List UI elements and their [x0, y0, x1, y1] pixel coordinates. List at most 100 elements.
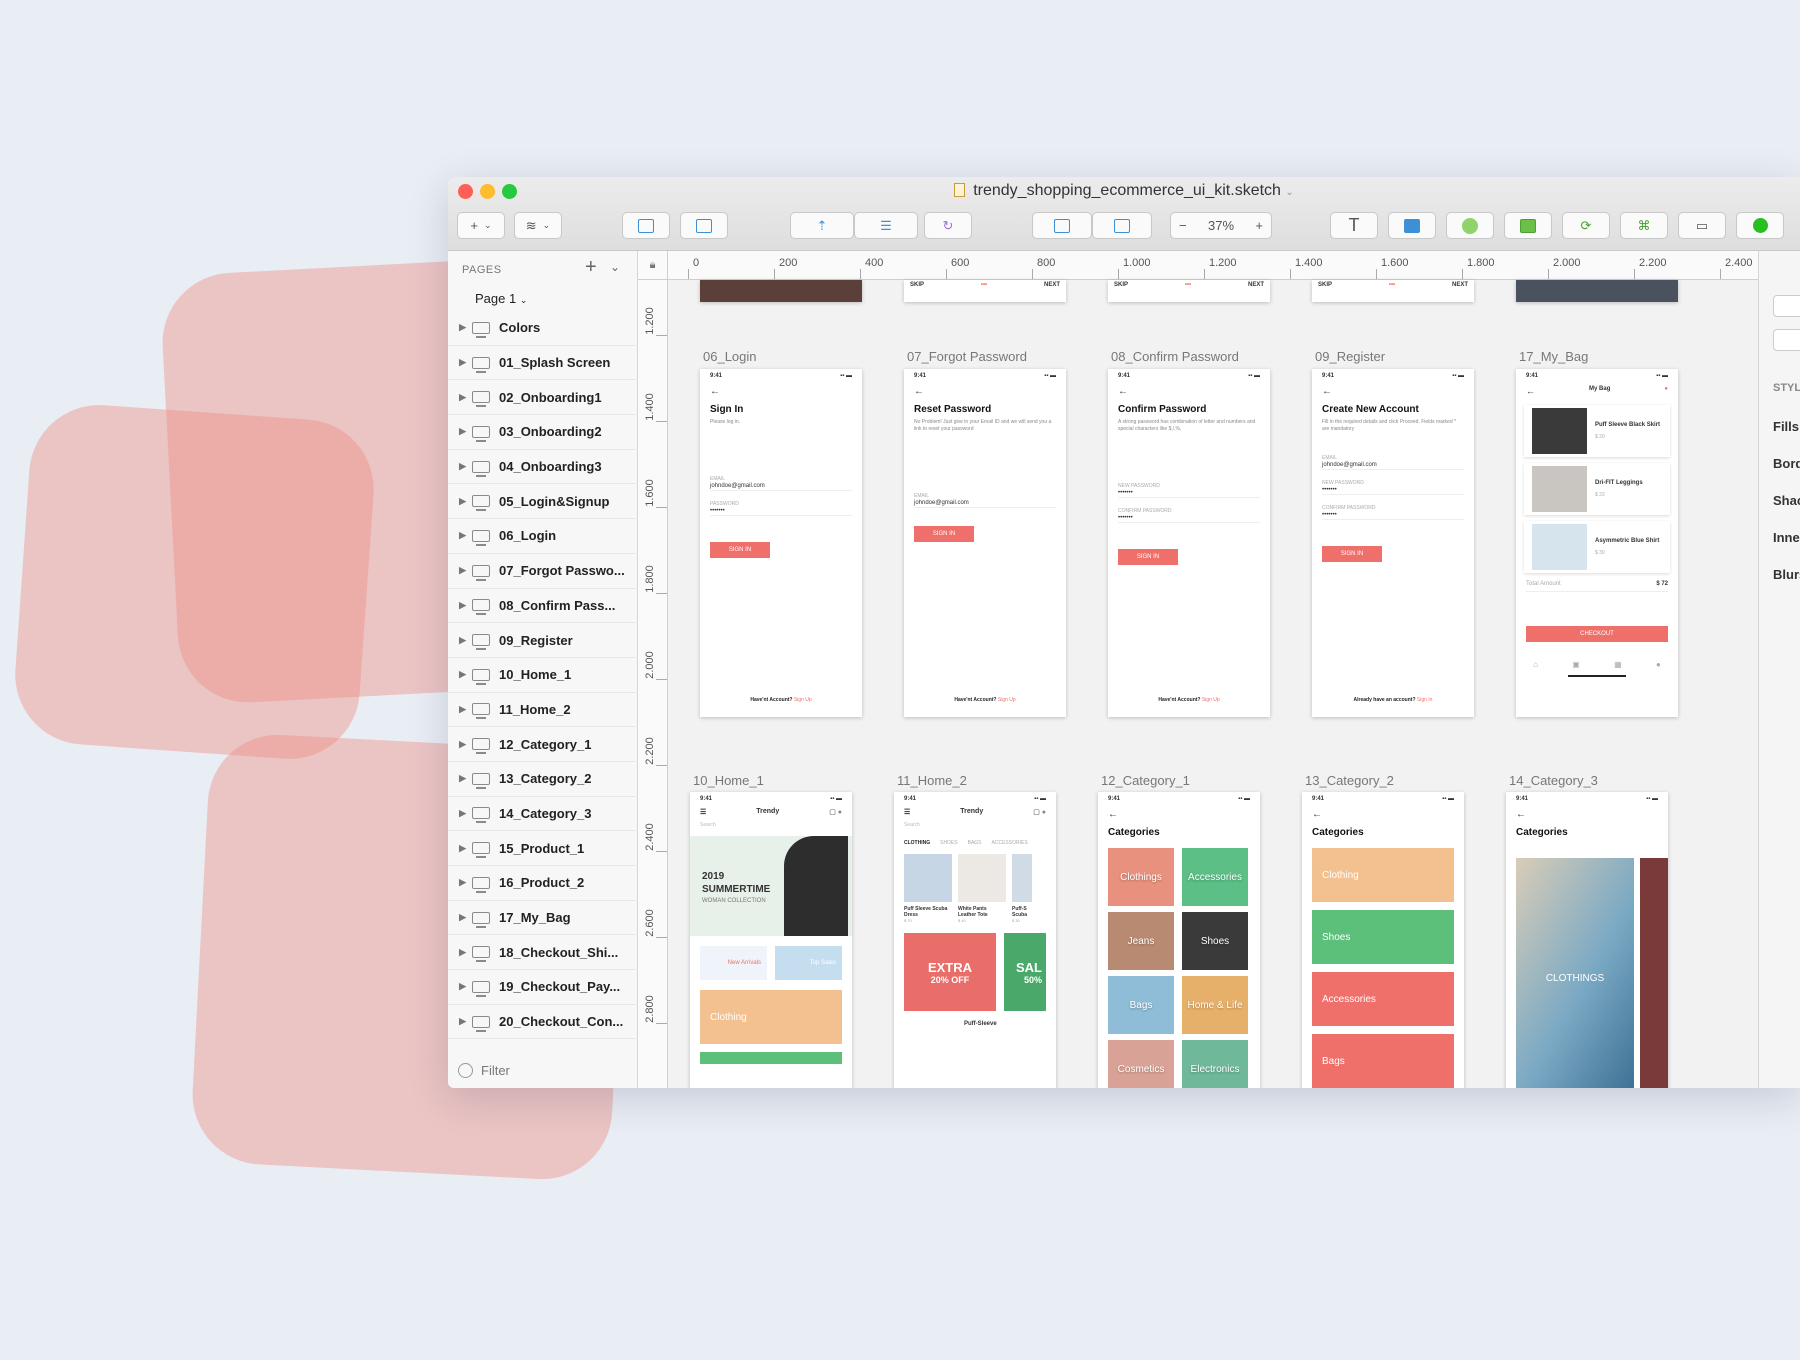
inspector-field-1[interactable]	[1773, 295, 1800, 317]
layers-stack-button[interactable]: ≋ ⌄	[514, 212, 562, 239]
disclosure-triangle-icon[interactable]: ▶	[448, 461, 472, 472]
backward-button[interactable]: ☰	[854, 212, 918, 239]
artboard-label-cat3[interactable]: 14_Category_3	[1509, 773, 1598, 788]
artboard-partial-5[interactable]	[1516, 280, 1678, 302]
cloud-button[interactable]	[1736, 212, 1784, 239]
disclosure-triangle-icon[interactable]: ▶	[448, 357, 472, 368]
artboard-label-forgot[interactable]: 07_Forgot Password	[907, 349, 1027, 364]
zoom-control[interactable]: − 37% +	[1170, 212, 1272, 239]
artboard-label-home2[interactable]: 11_Home_2	[897, 773, 967, 788]
zoom-in-icon[interactable]: +	[1255, 218, 1263, 233]
layer-item[interactable]: ▶ 20_Checkout_Con...	[448, 1005, 638, 1040]
layer-item[interactable]: ▶ 06_Login	[448, 519, 638, 554]
flatten-button[interactable]: ⟳	[1562, 212, 1610, 239]
artboard-partial-1[interactable]	[700, 280, 862, 302]
artboard-partial-4[interactable]: SKIP ••• NEXT	[1312, 280, 1474, 302]
preview-button[interactable]: ▭	[1678, 212, 1726, 239]
layer-item[interactable]: ▶ 12_Category_1	[448, 727, 638, 762]
layer-item[interactable]: ▶ 14_Category_3	[448, 797, 638, 832]
disclosure-triangle-icon[interactable]: ▶	[448, 1016, 472, 1027]
inspector-field-2[interactable]	[1773, 329, 1800, 351]
disclosure-triangle-icon[interactable]: ▶	[448, 530, 472, 541]
zoom-out-icon[interactable]: −	[1179, 218, 1187, 233]
disclosure-triangle-icon[interactable]: ▶	[448, 877, 472, 888]
layer-item[interactable]: ▶ 08_Confirm Pass...	[448, 589, 638, 624]
inspector-section-label[interactable]: Shac	[1773, 493, 1800, 508]
artboard-label-home1[interactable]: 10_Home_1	[693, 773, 764, 788]
disclosure-triangle-icon[interactable]: ▶	[448, 912, 472, 923]
detach-symbol-button[interactable]	[680, 212, 728, 239]
layer-item[interactable]: ▶ 04_Onboarding3	[448, 450, 638, 485]
disclosure-triangle-icon[interactable]: ▶	[448, 635, 472, 646]
disclosure-triangle-icon[interactable]: ▶	[448, 739, 472, 750]
ungroup-button[interactable]	[1092, 212, 1152, 239]
horizontal-ruler[interactable]: 0 200 400 600 800 1.000 1.200 1.400 1.600 1.800 2.…	[668, 251, 1758, 280]
current-page-selector[interactable]: Page 1 ⌄	[475, 291, 527, 306]
canvas[interactable]: 🔒︎ 0 200 400 600 800 1.000 1.200 1.400 1.600 1.80…	[638, 251, 1758, 1088]
layer-item[interactable]: ▶ 17_My_Bag	[448, 901, 638, 936]
artboard-home-1[interactable]: 9:41 ▪▪ ▬ ☰ Trendy ▢ ● Search 2019 SUMMERTI…	[690, 792, 852, 1088]
artboard-label-confirm[interactable]: 08_Confirm Password	[1111, 349, 1239, 364]
artboard-label-register[interactable]: 09_Register	[1315, 349, 1385, 364]
artboard-label-cat2[interactable]: 13_Category_2	[1305, 773, 1394, 788]
layer-item[interactable]: ▶ Colors	[448, 311, 638, 346]
artboard-my-bag[interactable]: 9:41 ▪▪ ▬ ← My Bag ● Puff Sleeve Black Skir…	[1516, 369, 1678, 717]
layer-item[interactable]: ▶ 02_Onboarding1	[448, 380, 638, 416]
layer-item[interactable]: ▶ 13_Category_2	[448, 762, 638, 797]
inspector-section-label[interactable]: Inner	[1773, 530, 1800, 545]
insert-button[interactable]: + ⌄	[457, 212, 505, 239]
artboard-label-login[interactable]: 06_Login	[703, 349, 757, 364]
group-button[interactable]	[1032, 212, 1092, 239]
disclosure-triangle-icon[interactable]: ▶	[448, 322, 472, 333]
layer-item[interactable]: ▶ 15_Product_1	[448, 831, 638, 866]
layer-item[interactable]: ▶ 05_Login&Signup	[448, 484, 638, 520]
disclosure-triangle-icon[interactable]: ▶	[448, 773, 472, 784]
add-page-button[interactable]: +	[585, 256, 597, 279]
inspector-section-label[interactable]: STYL	[1773, 382, 1800, 394]
create-symbol-button[interactable]	[622, 212, 670, 239]
disclosure-triangle-icon[interactable]: ▶	[448, 600, 472, 611]
disclosure-triangle-icon[interactable]: ▶	[448, 843, 472, 854]
artboard-category-2[interactable]: 9:41 ▪▪ ▬ ← Categories Clothing Shoes Acces…	[1302, 792, 1464, 1088]
artboard-confirm-password[interactable]: 9:41 ▪▪ ▬ ← Confirm Password A strong pas…	[1108, 369, 1270, 717]
layer-item[interactable]: ▶ 07_Forgot Passwo...	[448, 554, 638, 589]
artboard-label-bag[interactable]: 17_My_Bag	[1519, 349, 1588, 364]
disclosure-triangle-icon[interactable]: ▶	[448, 496, 472, 507]
layer-item[interactable]: ▶ 19_Checkout_Pay...	[448, 970, 638, 1005]
vertical-ruler[interactable]: 1.200 1.400 1.600 1.800 2.000 2.200 2.400 2.600…	[638, 280, 668, 1088]
layer-filter[interactable]: Filter	[458, 1063, 510, 1078]
text-tool-button[interactable]: T	[1330, 212, 1378, 239]
artboard-forgot-password[interactable]: 9:41 ▪▪ ▬ ← Reset Password No Problem! Ju…	[904, 369, 1066, 717]
layer-item[interactable]: ▶ 18_Checkout_Shi...	[448, 935, 638, 971]
artboard-category-1[interactable]: 9:41 ▪▪ ▬ ← Categories Clothings Accessori…	[1098, 792, 1260, 1088]
layer-item[interactable]: ▶ 16_Product_2	[448, 866, 638, 901]
mask-button[interactable]	[1446, 212, 1494, 239]
disclosure-triangle-icon[interactable]: ▶	[448, 565, 472, 576]
forward-button[interactable]: ⇡	[790, 212, 854, 239]
artboard-login[interactable]: 9:41 ▪▪ ▬ ← Sign In Please log in. EMAIL …	[700, 369, 862, 717]
rotate-button[interactable]: ↻	[924, 212, 972, 239]
layer-item[interactable]: ▶ 10_Home_1	[448, 658, 638, 693]
artboard-home-2[interactable]: 9:41 ▪▪ ▬ ☰ Trendy ▢ ● Search CLOTHING SHOES…	[894, 792, 1056, 1088]
link-button[interactable]: ⌘	[1620, 212, 1668, 239]
layer-item[interactable]: ▶ 11_Home_2	[448, 693, 638, 728]
disclosure-triangle-icon[interactable]: ▶	[448, 808, 472, 819]
artboard-register[interactable]: 9:41 ▪▪ ▬ ← Create New Account Fill in th…	[1312, 369, 1474, 717]
artboard-category-3[interactable]: 9:41 ▪▪ ▬ ← Categories CLOTHINGS	[1506, 792, 1668, 1088]
disclosure-triangle-icon[interactable]: ▶	[448, 704, 472, 715]
layer-item[interactable]: ▶ 09_Register	[448, 623, 638, 658]
artboard-label-cat1[interactable]: 12_Category_1	[1101, 773, 1190, 788]
inspector-section-label[interactable]: Blurs	[1773, 567, 1800, 582]
image-tool-button[interactable]	[1388, 212, 1436, 239]
layer-item[interactable]: ▶ 03_Onboarding2	[448, 415, 638, 450]
scale-button[interactable]	[1504, 212, 1552, 239]
disclosure-triangle-icon[interactable]: ▶	[448, 669, 472, 680]
layer-item[interactable]: ▶ 01_Splash Screen	[448, 346, 638, 381]
inspector-section-label[interactable]: Fills	[1773, 419, 1799, 434]
inspector-section-label[interactable]: Bord	[1773, 456, 1800, 471]
disclosure-triangle-icon[interactable]: ▶	[448, 392, 472, 403]
artboard-partial-3[interactable]: SKIP ••• NEXT	[1108, 280, 1270, 302]
disclosure-triangle-icon[interactable]: ▶	[448, 981, 472, 992]
ruler-lock-icon[interactable]: 🔒︎	[638, 251, 668, 280]
disclosure-triangle-icon[interactable]: ▶	[448, 426, 472, 437]
